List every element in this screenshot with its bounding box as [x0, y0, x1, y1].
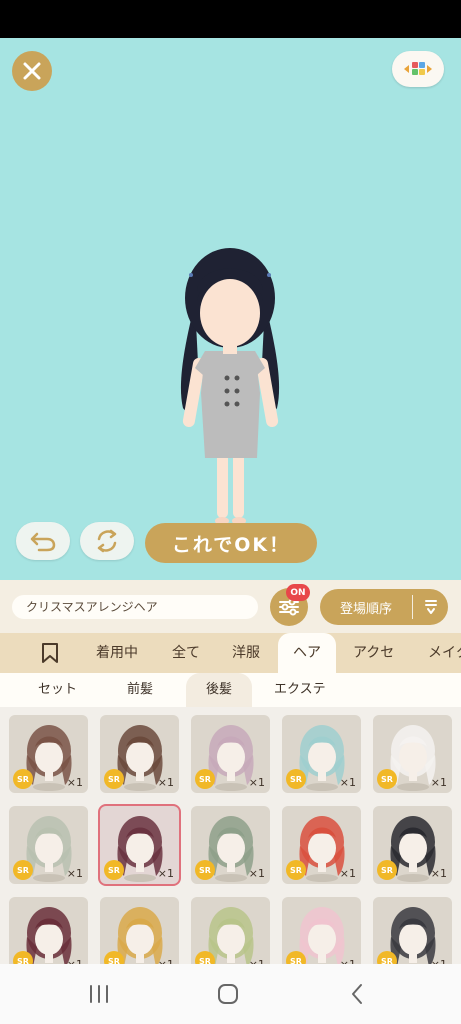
hair-item-card[interactable]: SR×1 [191, 897, 270, 964]
undo-icon [30, 532, 56, 552]
hair-subtabs: セット 前髪 後髪 エクステ [0, 673, 461, 707]
item-quantity: ×1 [248, 776, 265, 789]
hair-item-card[interactable]: SR×1 [9, 897, 88, 964]
palette-button[interactable] [392, 51, 444, 87]
reset-button[interactable] [80, 522, 134, 560]
rarity-badge: SR [13, 769, 33, 789]
rarity-badge: SR [195, 769, 215, 789]
sort-divider [412, 595, 413, 619]
sort-button[interactable]: 登場順序 [320, 589, 448, 625]
rarity-badge: SR [377, 951, 397, 964]
hair-item-card[interactable]: SR×1 [282, 897, 361, 964]
filter-bar: クリスマスアレンジヘア ON 登場順序 [0, 580, 461, 633]
tab-all[interactable]: 全て [172, 633, 200, 673]
tab-clothes[interactable]: 洋服 [232, 633, 260, 673]
refresh-icon [97, 529, 117, 553]
sort-order-icon [424, 600, 437, 614]
hair-item-card[interactable]: SR ×1 [100, 715, 179, 793]
close-button[interactable] [12, 51, 52, 91]
item-grid: SR ×1 SR ×1 SR ×1 SR ×1 SR ×1 SR ×1 SR ×1 SR ×1 SR ×1 SR ×1… [0, 707, 461, 964]
item-quantity: ×1 [430, 867, 447, 880]
tab-bookmark[interactable] [40, 633, 62, 673]
status-bar [0, 0, 461, 38]
item-quantity: ×1 [430, 776, 447, 789]
rarity-badge: SR [286, 860, 306, 880]
hair-item-card[interactable]: SR×1 [373, 897, 452, 964]
item-quantity: ×1 [157, 867, 174, 880]
item-name-field[interactable]: クリスマスアレンジヘア [12, 595, 258, 619]
sort-label: 登場順序 [339, 601, 392, 617]
android-nav-bar [0, 964, 461, 1024]
confirm-ok-button[interactable]: これでOK！ [145, 523, 317, 563]
tab-accessories[interactable]: アクセ [353, 633, 394, 673]
item-quantity: ×1 [339, 867, 356, 880]
subtab-extensions[interactable]: エクステ [274, 673, 326, 707]
palette-icon [404, 62, 432, 75]
tab-wearing[interactable]: 着用中 [96, 633, 138, 673]
subtab-back-hair[interactable]: 後髪 [186, 673, 253, 707]
rarity-badge: SR [195, 951, 215, 964]
back-button[interactable] [342, 980, 372, 1008]
item-quantity: ×1 [157, 776, 174, 789]
hair-item-card[interactable]: SR ×1 [282, 806, 361, 884]
avatar-figure [180, 248, 280, 525]
hair-item-card[interactable]: SR ×1 [9, 806, 88, 884]
subtab-set[interactable]: セット [38, 673, 77, 707]
rarity-badge: SR [377, 769, 397, 789]
category-tabs: 着用中 全て 洋服 ヘア アクセ メイク [0, 633, 461, 673]
hair-item-card[interactable]: SR ×1 [373, 715, 452, 793]
tab-makeup[interactable]: メイク [428, 633, 461, 673]
hair-item-card[interactable]: SR×1 [100, 897, 179, 964]
item-quantity: ×1 [66, 867, 83, 880]
item-quantity: ×1 [66, 776, 83, 789]
rarity-badge: SR [13, 860, 33, 880]
item-quantity: ×1 [248, 867, 265, 880]
hair-item-card[interactable]: SR ×1 [373, 806, 452, 884]
item-quantity: ×1 [339, 776, 356, 789]
hair-item-card[interactable]: SR ×1 [191, 715, 270, 793]
back-icon [352, 984, 362, 1004]
undo-button[interactable] [16, 522, 70, 560]
home-icon [218, 984, 238, 1004]
rarity-badge: SR [104, 860, 124, 880]
recent-apps-button[interactable] [84, 980, 114, 1008]
hair-item-card[interactable]: SR ×1 [282, 715, 361, 793]
rarity-badge: SR [286, 769, 306, 789]
bookmark-icon [42, 643, 58, 663]
home-button[interactable] [213, 980, 243, 1008]
rarity-badge: SR [104, 951, 124, 964]
hair-item-card[interactable]: SR ×1 [191, 806, 270, 884]
rarity-badge: SR [377, 860, 397, 880]
hair-item-card[interactable]: SR ×1 [100, 806, 179, 884]
rarity-badge: SR [13, 951, 33, 964]
avatar-preview-stage: これでOK！ [0, 38, 461, 580]
rarity-badge: SR [195, 860, 215, 880]
rarity-badge: SR [286, 951, 306, 964]
filter-on-badge: ON [286, 584, 310, 601]
sort-order-toggle[interactable] [413, 598, 448, 616]
subtab-bangs[interactable]: 前髪 [127, 673, 153, 707]
tab-hair[interactable]: ヘア [278, 633, 336, 673]
recent-apps-icon [90, 985, 108, 1003]
rarity-badge: SR [104, 769, 124, 789]
hair-item-card[interactable]: SR ×1 [9, 715, 88, 793]
close-icon [23, 62, 41, 80]
